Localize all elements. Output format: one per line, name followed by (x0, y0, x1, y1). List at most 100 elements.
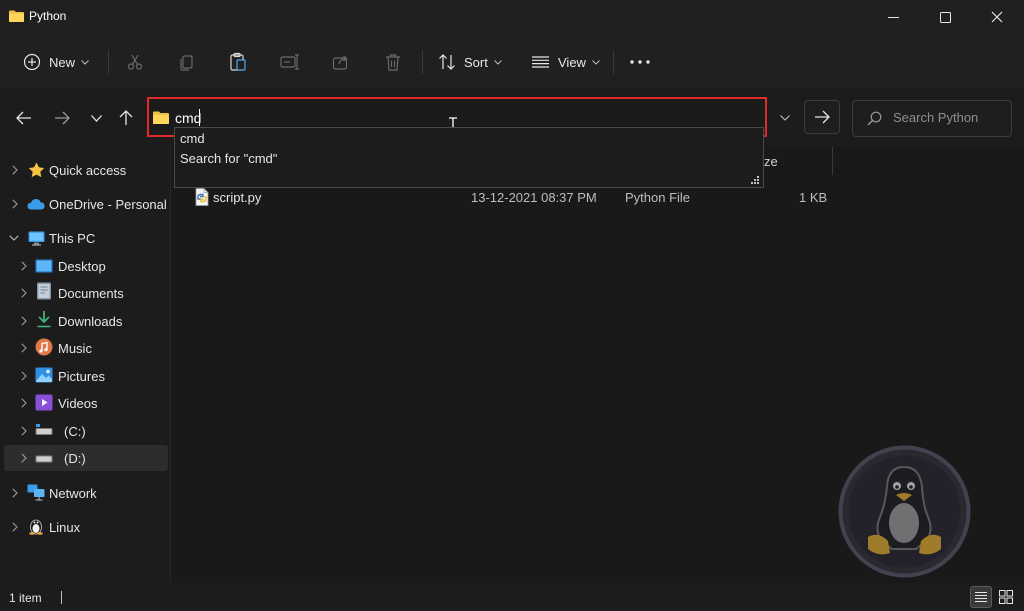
sidebar-item-pictures[interactable]: Pictures (4, 363, 168, 389)
chevron-right-icon[interactable] (19, 398, 29, 408)
up-button[interactable] (114, 106, 138, 130)
arrow-right-icon (55, 111, 70, 125)
chevron-down-icon (90, 114, 102, 122)
linux-icon (27, 517, 45, 535)
folder-icon (153, 111, 169, 124)
sidebar-item-quick-access[interactable]: Quick access (4, 157, 168, 183)
chevron-right-icon[interactable] (19, 343, 29, 353)
search-box[interactable] (852, 100, 1012, 137)
command-bar: New Sort View (0, 34, 1024, 89)
minimize-button[interactable] (870, 0, 917, 34)
address-history-dropdown[interactable] (769, 106, 801, 130)
download-icon (35, 310, 53, 328)
sidebar-item-label: Linux (49, 520, 81, 535)
chevron-right-icon[interactable] (19, 261, 29, 271)
file-size: 1 KB (799, 190, 828, 205)
sidebar-item-this-pc[interactable]: This PC (4, 225, 168, 251)
chevron-right-icon[interactable] (10, 165, 20, 175)
desktop-icon (35, 257, 53, 275)
chevron-right-icon[interactable] (19, 453, 29, 463)
new-button[interactable]: New (23, 43, 89, 81)
table-row[interactable]: script.py 13-12-2021 08:37 PM Python Fil… (171, 185, 1024, 209)
share-button[interactable] (328, 49, 354, 75)
rename-button[interactable] (277, 49, 303, 75)
back-button[interactable] (12, 106, 36, 130)
cloud-icon (27, 195, 45, 213)
chevron-right-icon[interactable] (19, 316, 29, 326)
sidebar-item-network[interactable]: Network (4, 480, 168, 506)
chevron-right-icon[interactable] (19, 426, 29, 436)
chevron-right-icon[interactable] (19, 288, 29, 298)
paste-button[interactable] (225, 49, 251, 75)
sidebar-item-label: Documents (58, 286, 124, 301)
sidebar-item-label: This PC (49, 231, 96, 246)
toolbar-separator (613, 50, 614, 74)
sidebar-item-onedrive[interactable]: OneDrive - Personal (4, 191, 168, 217)
documents-icon (35, 282, 53, 300)
folder-icon (9, 10, 24, 22)
chevron-down-icon[interactable] (9, 233, 19, 243)
drive-icon (35, 421, 53, 439)
delete-button[interactable] (380, 49, 406, 75)
window-title: Python (29, 9, 67, 23)
search-icon (867, 111, 882, 126)
sidebar-item-downloads[interactable]: Downloads (4, 308, 168, 334)
sort-label: Sort (464, 54, 488, 70)
new-label: New (49, 54, 76, 70)
sidebar-item-label: Videos (58, 396, 98, 411)
sidebar-item-drive-c[interactable]: (C:) (4, 418, 168, 444)
sidebar-item-label: Music (58, 341, 92, 356)
sidebar-item-label: Downloads (58, 314, 123, 329)
share-icon (332, 55, 348, 70)
address-input-text[interactable]: cmd (175, 110, 201, 126)
go-button[interactable] (804, 100, 840, 134)
view-button[interactable]: View (531, 43, 600, 81)
copy-button[interactable] (174, 49, 200, 75)
sidebar-item-label: Pictures (58, 369, 105, 384)
column-separator[interactable] (832, 147, 833, 175)
linux-logo-watermark (838, 445, 971, 578)
minimize-icon (888, 16, 899, 18)
more-options-button[interactable] (627, 49, 653, 75)
sidebar-item-documents[interactable]: Documents (4, 280, 168, 306)
maximize-icon (940, 11, 951, 23)
resize-grip-icon[interactable] (750, 175, 760, 185)
star-icon (27, 161, 45, 179)
videos-icon (35, 393, 53, 411)
suggestion-item[interactable]: cmd (180, 131, 205, 146)
sidebar-item-desktop[interactable]: Desktop (4, 253, 168, 279)
music-icon (35, 338, 53, 356)
chevron-right-icon[interactable] (19, 371, 29, 381)
sidebar-item-label: Quick access (49, 163, 127, 178)
drive-icon (35, 450, 53, 468)
chevron-right-icon[interactable] (10, 488, 20, 498)
sidebar-item-music[interactable]: Music (4, 335, 168, 361)
large-icons-view-button[interactable] (995, 586, 1017, 608)
view-lines-icon (532, 56, 549, 68)
recent-locations-button[interactable] (84, 106, 108, 130)
clipboard-icon (230, 52, 246, 71)
sidebar-item-videos[interactable]: Videos (4, 390, 168, 416)
sidebar-item-linux[interactable]: Linux (4, 514, 168, 540)
chevron-right-icon[interactable] (10, 522, 20, 532)
sort-icon (439, 54, 455, 70)
more-icon (630, 60, 650, 64)
chevron-down-icon (81, 59, 89, 65)
chevron-right-icon[interactable] (10, 199, 20, 209)
file-date-modified: 13-12-2021 08:37 PM (471, 190, 597, 205)
column-header-size[interactable]: ze (764, 154, 778, 169)
suggestion-item[interactable]: Search for "cmd" (180, 151, 277, 166)
sidebar-item-label: Desktop (58, 259, 106, 274)
details-view-button[interactable] (970, 586, 992, 608)
cut-button[interactable] (122, 49, 148, 75)
maximize-button[interactable] (922, 0, 969, 34)
sort-button[interactable]: Sort (438, 43, 502, 81)
sidebar-item-drive-d[interactable]: (D:) (4, 445, 168, 471)
forward-button[interactable] (50, 106, 74, 130)
sidebar-item-label: (C:) (64, 424, 86, 439)
search-input[interactable] (893, 110, 1005, 125)
details-view-icon (975, 591, 987, 603)
rename-icon (280, 54, 299, 70)
trash-icon (386, 54, 400, 71)
close-button[interactable] (973, 0, 1020, 34)
